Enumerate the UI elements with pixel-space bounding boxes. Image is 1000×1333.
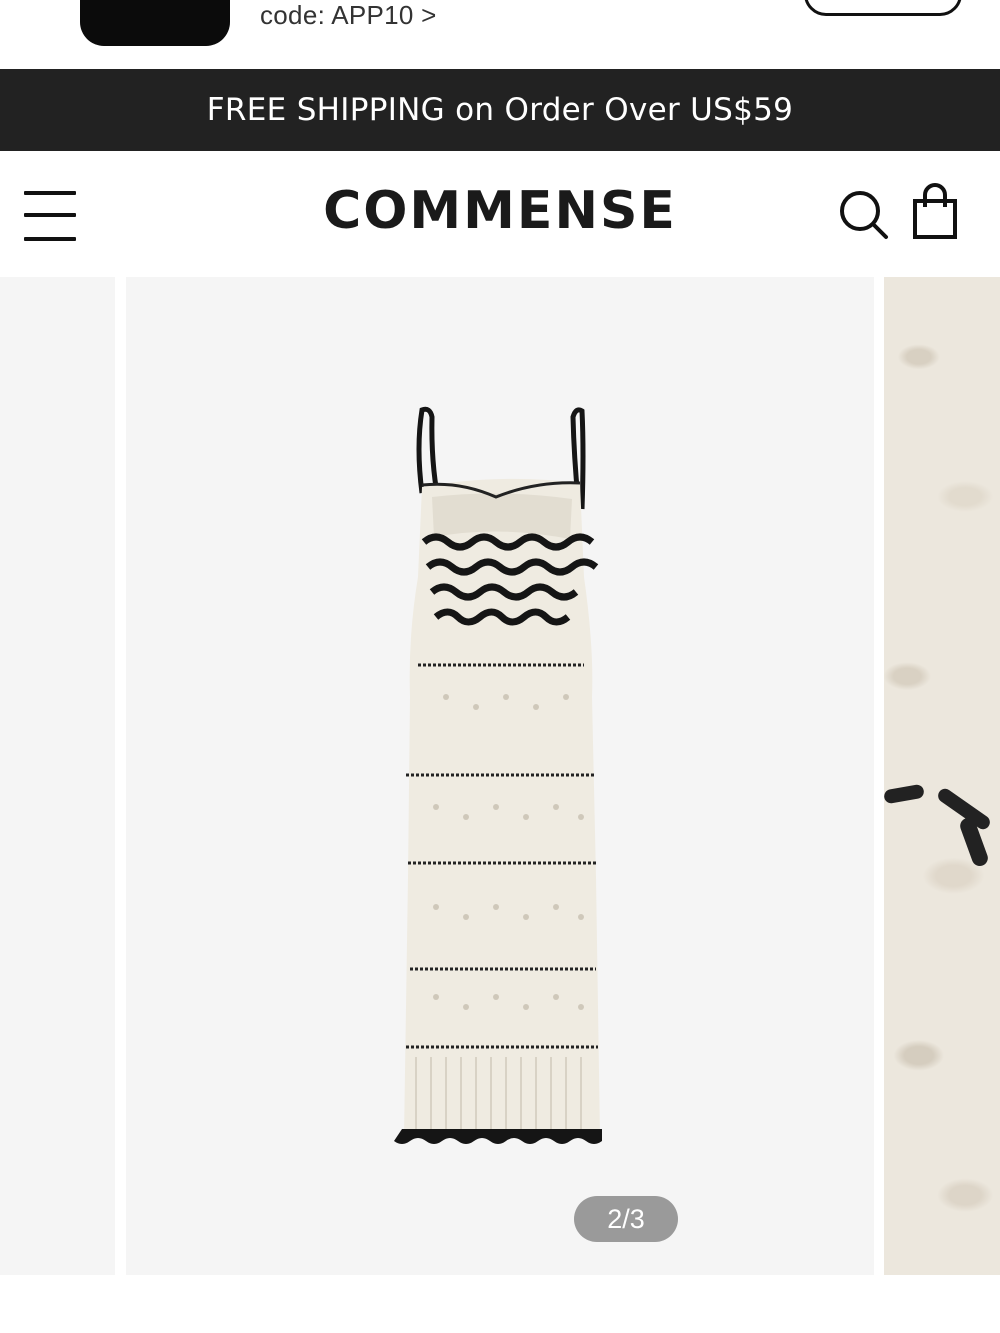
search-icon[interactable]	[836, 187, 890, 241]
promo-code-link[interactable]: code: APP10 >	[260, 0, 437, 30]
product-dress-image	[394, 406, 602, 1144]
product-image-gallery[interactable]: 2/3	[0, 277, 1000, 1277]
shopping-bag-icon[interactable]	[910, 183, 960, 241]
open-app-button[interactable]	[804, 0, 962, 16]
image-counter: 2/3	[574, 1196, 678, 1242]
next-slide-detail[interactable]	[884, 277, 1000, 1275]
free-shipping-bar: FREE SHIPPING on Order Over US$59	[0, 69, 1000, 151]
product-image-slide[interactable]: 2/3	[126, 277, 874, 1275]
app-download-banner: code: APP10 >	[0, 0, 1000, 68]
app-logo-icon[interactable]	[80, 0, 230, 46]
previous-slide[interactable]	[0, 277, 115, 1275]
free-shipping-text: FREE SHIPPING on Order Over US$59	[206, 92, 794, 128]
site-header: COMMENSE	[0, 151, 1000, 277]
